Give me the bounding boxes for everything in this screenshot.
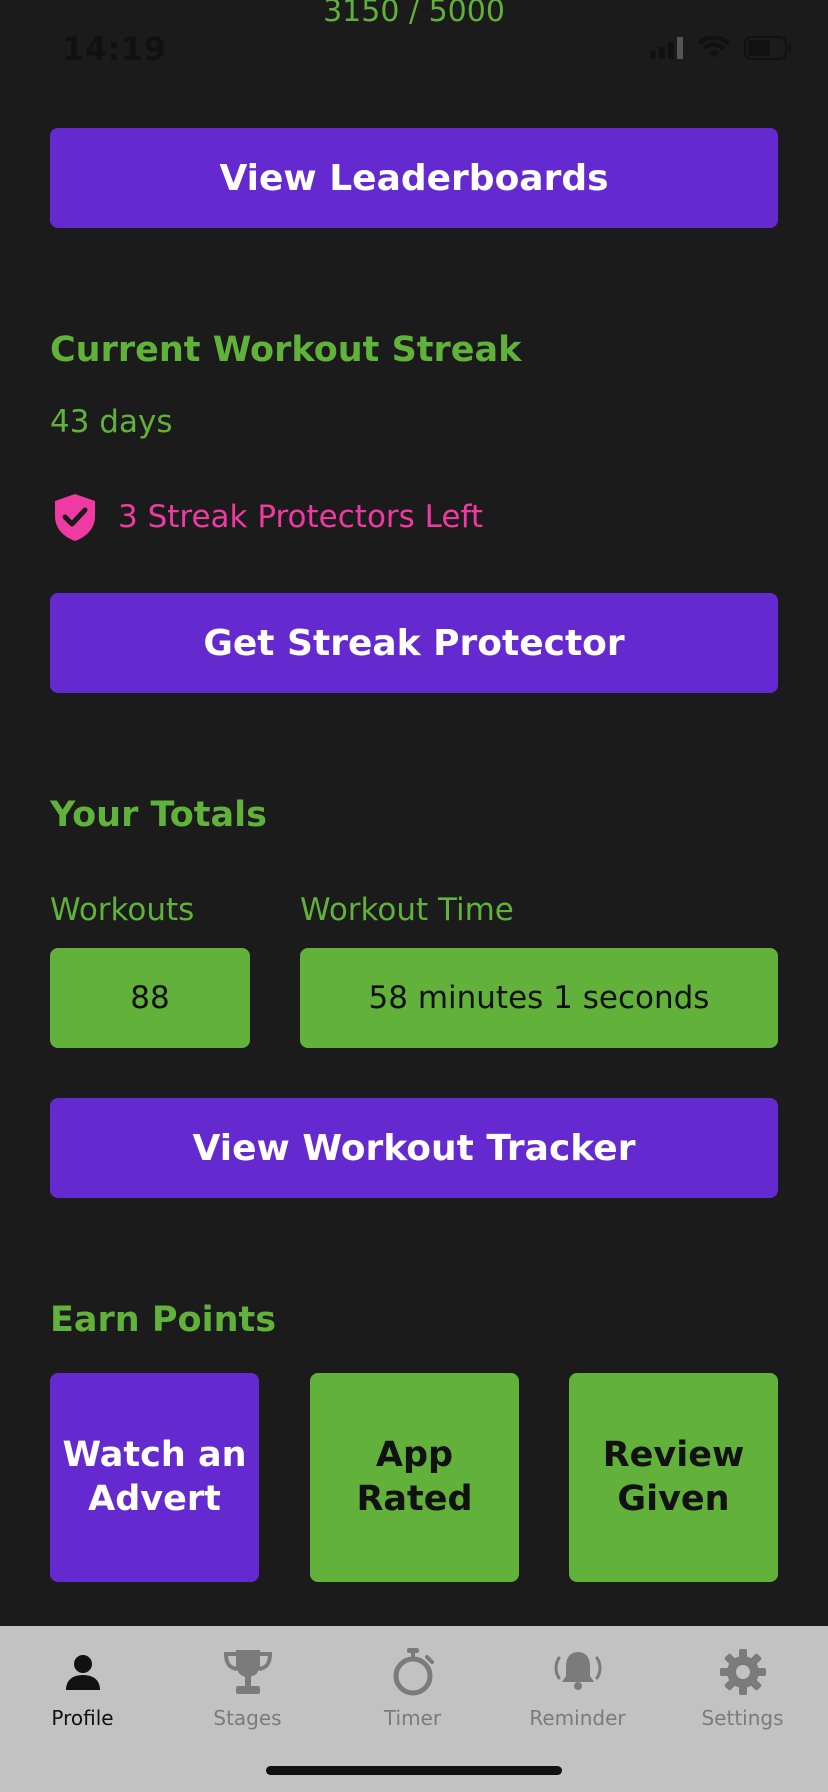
status-icons [650, 35, 792, 64]
tab-profile[interactable]: Profile [0, 1644, 165, 1730]
shield-check-icon [52, 492, 98, 542]
home-indicator [266, 1766, 562, 1775]
stopwatch-icon [383, 1644, 443, 1700]
trophy-icon [218, 1644, 278, 1700]
tab-reminder-label: Reminder [529, 1706, 626, 1730]
streak-protectors-text: 3 Streak Protectors Left [118, 499, 483, 535]
streak-days: 43 days [50, 404, 173, 440]
battery-icon [744, 36, 792, 64]
wifi-icon [698, 35, 730, 64]
person-icon [53, 1644, 113, 1700]
view-workout-tracker-button[interactable]: View Workout Tracker [50, 1098, 778, 1198]
points-progress-text: 3150 / 5000 [323, 0, 505, 29]
tab-settings-label: Settings [701, 1706, 784, 1730]
signal-icon [650, 37, 684, 63]
streak-heading: Current Workout Streak [50, 330, 522, 370]
streak-protectors-row: 3 Streak Protectors Left [52, 492, 483, 542]
tab-timer-label: Timer [383, 1706, 442, 1730]
watch-advert-button[interactable]: Watch an Advert [50, 1373, 259, 1582]
view-leaderboards-button[interactable]: View Leaderboards [50, 128, 778, 228]
totals-heading: Your Totals [50, 795, 267, 835]
tab-stages-label: Stages [213, 1706, 282, 1730]
gear-icon [713, 1644, 773, 1700]
tab-settings[interactable]: Settings [660, 1644, 825, 1730]
status-time: 14:19 [62, 30, 167, 68]
tab-reminder[interactable]: Reminder [495, 1644, 660, 1730]
bell-icon [548, 1644, 608, 1700]
tab-stages[interactable]: Stages [165, 1644, 330, 1730]
tab-timer[interactable]: Timer [330, 1644, 495, 1730]
review-given-tile[interactable]: Review Given [569, 1373, 778, 1582]
workouts-count-box: 88 [50, 948, 250, 1048]
get-streak-protector-button[interactable]: Get Streak Protector [50, 593, 778, 693]
workout-time-box: 58 minutes 1 seconds [300, 948, 778, 1048]
earn-points-heading: Earn Points [50, 1300, 277, 1340]
workout-time-label: Workout Time [300, 892, 514, 928]
tab-profile-label: Profile [51, 1706, 114, 1730]
workouts-label: Workouts [50, 892, 195, 928]
app-rated-tile[interactable]: App Rated [310, 1373, 519, 1582]
